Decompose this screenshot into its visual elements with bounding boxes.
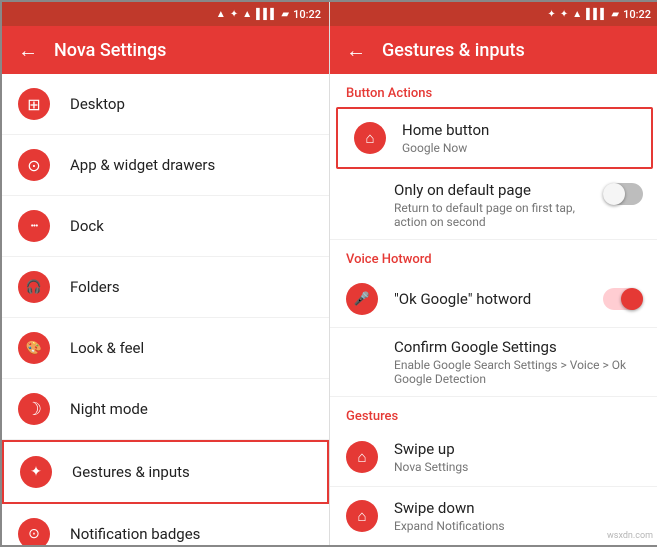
menu-item-dock[interactable]: ••• Dock [2, 196, 329, 257]
menu-item-desktop[interactable]: ⊞ Desktop [2, 74, 329, 135]
setting-default-page[interactable]: Only on default page Return to default p… [330, 171, 657, 240]
menu-label-dock: Dock [70, 217, 104, 235]
section-header-gestures: Gestures [330, 397, 657, 428]
menu-label-folders: Folders [70, 278, 120, 296]
app-widget-icon: ⊙ [18, 149, 50, 181]
swipe-down-title: Swipe down [394, 499, 643, 517]
menu-label-app-widget: App & widget drawers [70, 156, 215, 174]
swipe-down-text: Swipe down Expand Notifications [394, 499, 643, 533]
ok-google-icon: 🎤 [346, 283, 378, 315]
signal-icon-r: ▌▌▌ [586, 9, 607, 20]
ok-google-text: "Ok Google" hotword [394, 290, 587, 308]
menu-item-notification[interactable]: ⊙ Notification badges [2, 504, 329, 545]
top-bar-left: ← Nova Settings [2, 26, 329, 74]
gps-icon: ▲ [216, 9, 226, 20]
gestures-icon: ✦ [20, 456, 52, 488]
default-page-text: Only on default page Return to default p… [394, 181, 587, 229]
battery-icon: ▰ [281, 9, 289, 20]
confirm-google-text: Confirm Google Settings Enable Google Se… [394, 338, 643, 386]
default-page-title: Only on default page [394, 181, 587, 199]
look-feel-icon: 🎨 [18, 332, 50, 364]
time-display: 10:22 [293, 8, 321, 21]
bluetooth-icon-r: ✦ [560, 9, 568, 20]
dock-icon: ••• [18, 210, 50, 242]
top-bar-right: ← Gestures & inputs [330, 26, 657, 74]
right-content: Button Actions ⌂ Home button Google Now … [330, 74, 657, 545]
signal-bars-icon: ▌▌▌ [256, 9, 277, 20]
page-title-left: Nova Settings [54, 40, 166, 61]
home-button-text: Home button Google Now [402, 121, 635, 155]
menu-label-look-feel: Look & feel [70, 339, 144, 357]
back-button[interactable]: ← [18, 38, 38, 63]
swipe-up-icon: ⌂ [346, 441, 378, 473]
confirm-google-title: Confirm Google Settings [394, 338, 643, 356]
toggle-knob [603, 183, 625, 205]
bluetooth-icon: ✦ [230, 9, 238, 20]
menu-item-gestures[interactable]: ✦ Gestures & inputs [2, 440, 329, 504]
swipe-up-title: Swipe up [394, 440, 643, 458]
right-panel: ✦ ✦ ▲ ▌▌▌ ▰ 10:22 ← Gestures & inputs Bu… [330, 2, 657, 545]
battery-icon-r: ▰ [611, 9, 619, 20]
section-header-voice: Voice Hotword [330, 240, 657, 271]
setting-swipe-down[interactable]: ⌂ Swipe down Expand Notifications [330, 487, 657, 545]
night-mode-icon: ☽ [18, 393, 50, 425]
default-page-subtitle: Return to default page on first tap, act… [394, 201, 587, 229]
home-button-icon: ⌂ [354, 122, 386, 154]
ok-google-title: "Ok Google" hotword [394, 290, 587, 308]
setting-confirm-google[interactable]: Confirm Google Settings Enable Google Se… [330, 328, 657, 397]
home-button-subtitle: Google Now [402, 141, 635, 155]
folders-icon: 🎧 [18, 271, 50, 303]
menu-item-night-mode[interactable]: ☽ Night mode [2, 379, 329, 440]
time-display-right: 10:22 [623, 8, 651, 21]
setting-swipe-up[interactable]: ⌂ Swipe up Nova Settings [330, 428, 657, 487]
menu-label-notification: Notification badges [70, 525, 200, 543]
swipe-down-subtitle: Expand Notifications [394, 519, 643, 533]
status-bar-right-right: ✦ ✦ ▲ ▌▌▌ ▰ 10:22 [547, 8, 651, 21]
status-bar-right: ✦ ✦ ▲ ▌▌▌ ▰ 10:22 [330, 2, 657, 26]
wifi-icon-r: ▲ [572, 9, 582, 20]
wifi-signal-icon: ▲ [242, 9, 252, 20]
section-header-button-actions: Button Actions [330, 74, 657, 105]
status-bar-left: ▲ ✦ ▲ ▌▌▌ ▰ 10:22 [2, 2, 329, 26]
setting-ok-google[interactable]: 🎤 "Ok Google" hotword [330, 271, 657, 328]
ok-google-knob [621, 288, 643, 310]
default-page-toggle[interactable] [603, 183, 643, 205]
menu-item-look-feel[interactable]: 🎨 Look & feel [2, 318, 329, 379]
notification-icon: ⊙ [18, 518, 50, 545]
left-panel: ▲ ✦ ▲ ▌▌▌ ▰ 10:22 ← Nova Settings ⊞ Desk… [2, 2, 330, 545]
home-button-title: Home button [402, 121, 635, 139]
status-bar-right-info: ▲ ✦ ▲ ▌▌▌ ▰ 10:22 [216, 8, 321, 21]
back-button-right[interactable]: ← [346, 38, 366, 63]
menu-item-folders[interactable]: 🎧 Folders [2, 257, 329, 318]
swipe-down-icon: ⌂ [346, 500, 378, 532]
setting-home-button[interactable]: ⌂ Home button Google Now [336, 107, 653, 169]
swipe-up-text: Swipe up Nova Settings [394, 440, 643, 474]
menu-label-desktop: Desktop [70, 95, 125, 113]
menu-item-app-widget[interactable]: ⊙ App & widget drawers [2, 135, 329, 196]
ok-google-toggle[interactable] [603, 288, 643, 310]
confirm-google-subtitle: Enable Google Search Settings > Voice > … [394, 358, 643, 386]
swipe-up-subtitle: Nova Settings [394, 460, 643, 474]
gps-icon-r: ✦ [547, 9, 555, 20]
desktop-icon: ⊞ [18, 88, 50, 120]
page-title-right: Gestures & inputs [382, 40, 525, 61]
menu-label-night-mode: Night mode [70, 400, 148, 418]
menu-list: ⊞ Desktop ⊙ App & widget drawers ••• Doc… [2, 74, 329, 545]
menu-label-gestures: Gestures & inputs [72, 463, 190, 481]
